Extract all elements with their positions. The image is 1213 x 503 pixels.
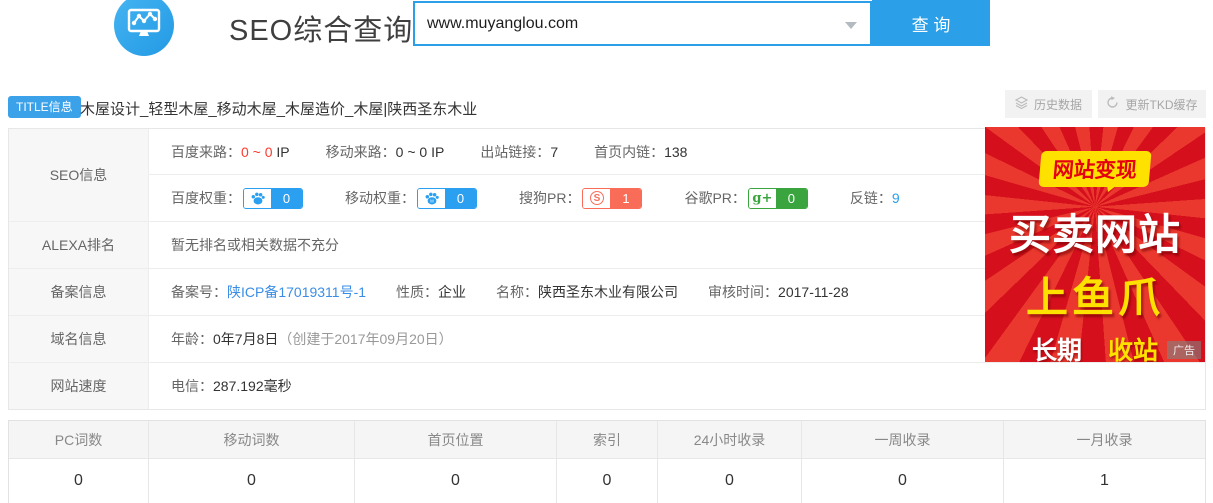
- site-title-text: 木屋设计_轻型木屋_移动木屋_木屋造价_木屋|陕西圣东木业: [80, 98, 477, 119]
- stats-value: 0: [9, 459, 149, 503]
- app-logo: [114, 0, 174, 56]
- stats-table: PC词数 移动词数 首页位置 索引 24小时收录 一周收录 一月收录 0 0 0…: [8, 420, 1206, 503]
- stats-value: 0: [557, 459, 658, 503]
- stats-header: 一周收录: [802, 421, 1004, 458]
- stats-value-row: 0 0 0 0 0 0 1: [9, 459, 1205, 503]
- google-pr-badge[interactable]: g+ 0: [748, 188, 808, 209]
- icp-number: 备案号：陕ICP备17019311号-1: [171, 282, 366, 302]
- backlinks: 反链：9: [850, 188, 900, 208]
- mobile-weight-badge[interactable]: M 0: [417, 188, 477, 209]
- svg-text:M: M: [430, 198, 434, 203]
- query-button[interactable]: 查 询: [872, 0, 990, 46]
- stats-header: 索引: [557, 421, 658, 458]
- ad-bubble-text: 网站变现: [1038, 151, 1151, 187]
- stats-header: 首页位置: [355, 421, 557, 458]
- stats-header: 移动词数: [149, 421, 355, 458]
- stats-value: 0: [149, 459, 355, 503]
- stats-value: 0: [658, 459, 802, 503]
- stats-header-row: PC词数 移动词数 首页位置 索引 24小时收录 一周收录 一月收录: [9, 421, 1205, 459]
- outbound-links: 出站链接：7: [480, 142, 558, 162]
- ad-corner-label: 广告: [1167, 341, 1201, 359]
- page-title: SEO综合查询: [229, 7, 413, 49]
- sogou-pr-badge[interactable]: S 1: [582, 188, 642, 209]
- icp-number-link[interactable]: 陕ICP备17019311号-1: [227, 284, 366, 300]
- stats-header: PC词数: [9, 421, 149, 458]
- home-inlinks: 首页内链：138: [594, 142, 687, 162]
- chart-monitor-icon: [127, 7, 161, 44]
- baidu-weight: 百度权重： 0: [171, 188, 303, 209]
- ad-banner[interactable]: 网站变现 买卖网站 上鱼爪 长期收站 广告: [985, 127, 1205, 362]
- domain-age: 年龄：0年7月8日（创建于2017年09月20日）: [171, 329, 453, 349]
- row-speed: 网站速度 电信：287.192毫秒: [9, 363, 1205, 409]
- row-label: SEO信息: [9, 129, 149, 221]
- dropdown-arrow-icon[interactable]: [845, 22, 857, 29]
- baidu-paw-icon: [244, 189, 271, 208]
- title-info-badge: TITLE信息: [8, 96, 81, 118]
- layers-icon: [1015, 96, 1028, 112]
- google-pr: 谷歌PR： g+ 0: [684, 188, 807, 209]
- mobile-traffic: 移动来路：0 ~ 0 IP: [326, 142, 445, 162]
- history-data-button[interactable]: 历史数据: [1005, 90, 1092, 118]
- baidu-traffic: 百度来路：0 ~ 0 IP: [171, 142, 290, 162]
- telecom-speed: 电信：287.192毫秒: [171, 376, 292, 396]
- baidu-weight-badge[interactable]: 0: [243, 188, 303, 209]
- icp-company-name: 名称：陕西圣东木业有限公司: [496, 282, 678, 302]
- ad-headline: 买卖网站: [985, 201, 1205, 262]
- mobile-paw-icon: M: [418, 189, 445, 208]
- icp-audit-time: 审核时间：2017-11-28: [708, 282, 849, 302]
- row-label: 备案信息: [9, 269, 149, 315]
- row-label: 域名信息: [9, 316, 149, 362]
- sogou-icon: S: [590, 191, 604, 205]
- ad-subheadline: 上鱼爪: [985, 264, 1205, 325]
- google-plus-icon: g+: [752, 191, 772, 206]
- stats-header: 24小时收录: [658, 421, 802, 458]
- stats-header: 一月收录: [1004, 421, 1205, 458]
- alexa-value: 暂无排名或相关数据不充分: [171, 235, 339, 255]
- mobile-weight: 移动权重： M 0: [345, 188, 477, 209]
- row-label: ALEXA排名: [9, 222, 149, 268]
- stats-value: 0: [802, 459, 1004, 503]
- icp-nature: 性质：企业: [396, 282, 466, 302]
- stats-value: 1: [1004, 459, 1205, 503]
- url-search-input[interactable]: [415, 3, 870, 44]
- sogou-pr: 搜狗PR： S 1: [519, 188, 642, 209]
- refresh-icon: [1106, 96, 1119, 112]
- row-label: 网站速度: [9, 363, 149, 409]
- search-box: [413, 1, 872, 46]
- stats-value: 0: [355, 459, 557, 503]
- refresh-tkd-button[interactable]: 更新TKD缓存: [1098, 90, 1206, 118]
